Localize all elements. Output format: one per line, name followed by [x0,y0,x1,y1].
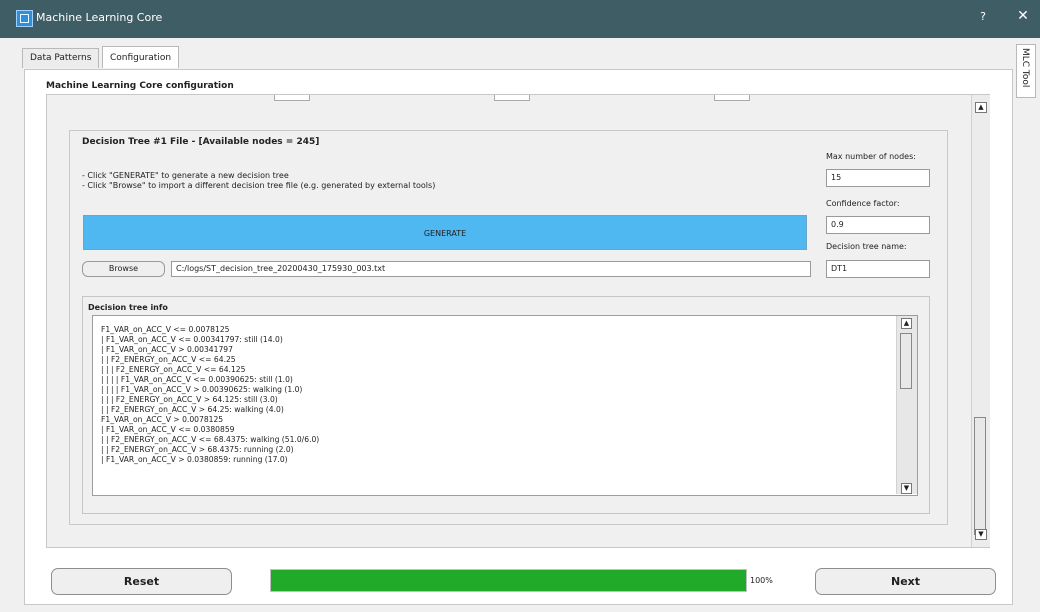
close-icon[interactable]: ✕ [1014,8,1032,24]
confidence-factor-label: Confidence factor: [826,199,900,208]
section-title: Machine Learning Core configuration [46,81,234,91]
window-title: Machine Learning Core [36,11,163,24]
tree-line: | | F2_ENERGY_on_ACC_V > 68.4375: runnin… [101,445,294,454]
instruction-line: - Click "GENERATE" to generate a new dec… [82,171,289,180]
instructions-text: - Click "GENERATE" to generate a new dec… [82,171,435,191]
tree-line: | | | F2_ENERGY_on_ACC_V > 64.125: still… [101,395,278,404]
mlc-tool-side-tab[interactable]: MLC Tool [1016,44,1036,98]
next-button[interactable]: Next [815,568,996,595]
tree-line: F1_VAR_on_ACC_V <= 0.0078125 [101,325,230,334]
tree-line: | | | | F1_VAR_on_ACC_V <= 0.00390625: s… [101,375,293,384]
tab-label: Configuration [110,53,172,63]
tree-line: | F1_VAR_on_ACC_V > 0.00341797 [101,345,233,354]
tab-label: Data Patterns [30,53,92,63]
progress-bar [270,569,747,592]
max-nodes-label: Max number of nodes: [826,152,916,161]
progress-text: 100% [750,576,773,585]
window-app-icon [16,10,33,27]
decision-tree-text-area[interactable]: F1_VAR_on_ACC_V <= 0.0078125 | F1_VAR_on… [92,315,918,496]
instruction-line: - Click "Browse" to import a different d… [82,181,436,190]
decision-tree-title: Decision Tree #1 File - [Available nodes… [82,137,320,147]
tree-line: | F1_VAR_on_ACC_V <= 0.0380859 [101,425,235,434]
decision-tree-scrollbar[interactable]: ▲ ▼ [896,316,917,494]
truncated-control [494,95,530,101]
truncated-control [274,95,310,101]
chevron-up-icon[interactable]: ▲ [901,318,912,329]
decision-tree-name-label: Decision tree name: [826,242,907,251]
generate-button[interactable]: GENERATE [83,215,807,250]
decision-tree-info-title: Decision tree info [88,303,168,312]
chevron-down-icon[interactable]: ▼ [975,529,987,540]
chevron-down-icon[interactable]: ▼ [901,483,912,494]
tab-configuration[interactable]: Configuration [102,46,180,68]
tree-line: | | | | F1_VAR_on_ACC_V > 0.00390625: wa… [101,385,303,394]
truncated-control [714,95,750,101]
confidence-factor-field[interactable]: 0.9 [826,216,930,234]
tab-data-patterns[interactable]: Data Patterns [22,48,100,68]
progress-fill [271,570,746,591]
tree-line: | | F2_ENERGY_on_ACC_V > 64.25: walking … [101,405,284,414]
tree-scroll-thumb[interactable] [900,333,912,389]
side-tab-label: MLC Tool [1020,48,1030,88]
decision-tree-file-path[interactable]: C:/logs/ST_decision_tree_20200430_175930… [171,261,811,277]
decision-tree-name-field[interactable]: DT1 [826,260,930,278]
title-bar: Machine Learning Core ? ✕ [0,0,1040,38]
chevron-up-icon[interactable]: ▲ [975,102,987,113]
tree-line: | F1_VAR_on_ACC_V <= 0.00341797: still (… [101,335,283,344]
help-icon[interactable]: ? [976,10,990,23]
tree-line: | | | F2_ENERGY_on_ACC_V <= 64.125 [101,365,246,374]
tree-line: | | F2_ENERGY_on_ACC_V <= 64.25 [101,355,236,364]
outer-scrollbar[interactable]: ▲ ▼ [971,95,990,547]
tree-line: F1_VAR_on_ACC_V > 0.0078125 [101,415,224,424]
browse-button[interactable]: Browse [82,261,165,277]
tree-line: | F1_VAR_on_ACC_V > 0.0380859: running (… [101,455,288,464]
max-nodes-field[interactable]: 15 [826,169,930,187]
outer-scroll-thumb[interactable] [974,417,986,535]
tree-line: | | F2_ENERGY_on_ACC_V <= 68.4375: walki… [101,435,320,444]
reset-button[interactable]: Reset [51,568,232,595]
